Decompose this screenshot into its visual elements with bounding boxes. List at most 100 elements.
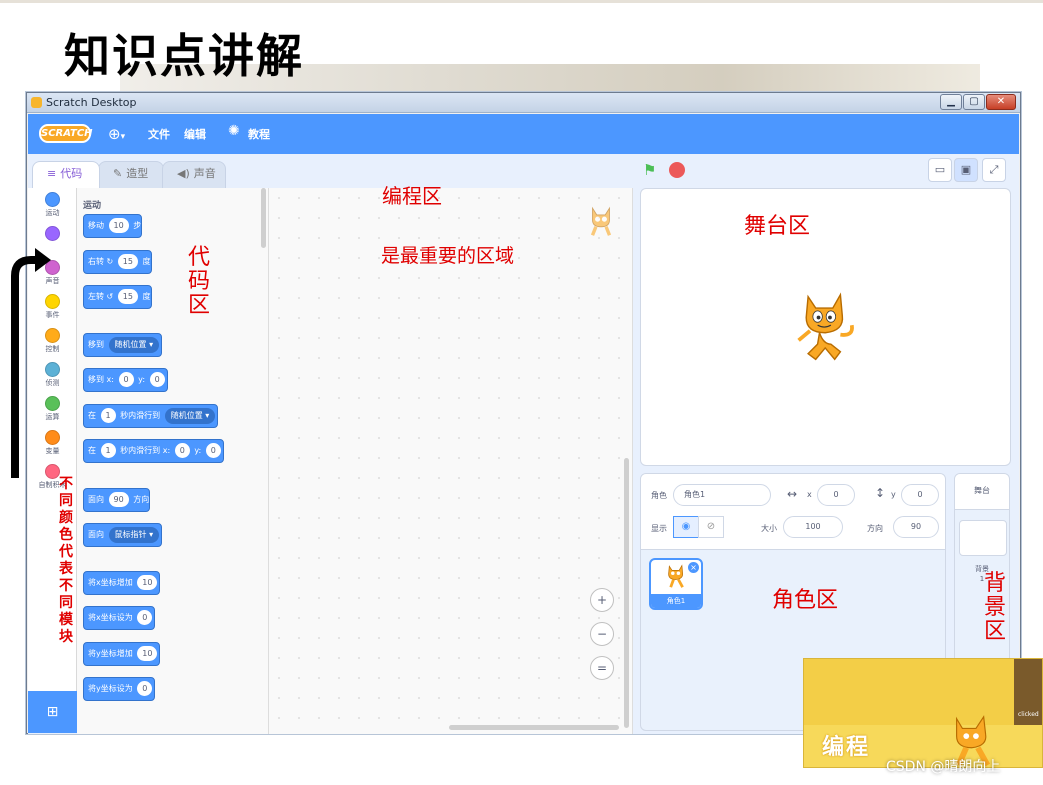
sprite-name-input[interactable]: 角色1 <box>673 484 771 506</box>
close-button[interactable]: ✕ <box>986 94 1016 110</box>
window-titlebar[interactable]: Scratch Desktop ▁ ▢ ✕ <box>27 93 1020 113</box>
block-set-y[interactable]: 将y坐标设为 0 <box>83 677 156 701</box>
scratch-logo[interactable]: SCRATCH <box>39 124 93 143</box>
small-stage-button[interactable]: ▭ <box>928 158 952 182</box>
normal-stage-button[interactable]: ▣ <box>954 158 978 182</box>
block-go-to-xy[interactable]: 移到 x: 0 y: 0 <box>83 368 168 392</box>
rotate-right-icon: ↻ <box>106 257 114 266</box>
block-input[interactable]: 1 <box>100 408 116 423</box>
corner-decoration-image: clicked 编程 <box>803 658 1043 768</box>
tab-code[interactable]: ≡ 代码 <box>32 161 100 188</box>
sprite-label: 角色 <box>651 491 667 500</box>
code-icon: ≡ <box>47 167 57 180</box>
block-input[interactable]: 10 <box>108 218 129 233</box>
sprite-tile[interactable]: × 角色1 <box>649 558 703 610</box>
app-icon <box>31 97 42 108</box>
corner-clicked-text: clicked <box>1018 711 1039 718</box>
block-turn-right[interactable]: 右转 ↻ 15 度 <box>83 250 152 274</box>
extension-icon: ⊞ <box>46 704 59 720</box>
category-dot <box>45 192 60 207</box>
tutorials-icon[interactable]: ✺ <box>228 123 240 139</box>
menu-bar: SCRATCH ⊕▾ 文件 编辑 ✺ 教程 <box>28 114 1019 154</box>
block-change-y[interactable]: 将y坐标增加 10 <box>83 642 161 666</box>
eye-off-icon: ⊘ <box>706 521 716 532</box>
block-glide-to[interactable]: 在 1 秒内滑行到 随机位置 ▾ <box>83 404 219 428</box>
palette-scrollbar[interactable] <box>261 188 266 248</box>
annotation-color-modules: 不 同 颜 色 代 表 不 同 模 块 <box>59 476 73 645</box>
csdn-watermark: CSDN @晴朗向上 <box>886 759 1001 775</box>
block-set-x[interactable]: 将x坐标设为 0 <box>83 606 156 630</box>
block-input[interactable]: 10 <box>137 575 158 590</box>
stop-icon[interactable] <box>669 162 685 178</box>
block-dropdown[interactable]: 随机位置 ▾ <box>108 336 160 353</box>
zoom-out-button[interactable]: − <box>590 622 614 646</box>
menu-file[interactable]: 文件 <box>148 126 170 142</box>
block-input[interactable]: 15 <box>117 254 138 269</box>
block-input[interactable]: 1 <box>100 443 116 458</box>
corner-word: 编程 <box>822 735 871 760</box>
stage-canvas[interactable] <box>640 188 1011 466</box>
block-move-steps[interactable]: 移动 10 步 <box>83 214 143 238</box>
green-flag-icon[interactable]: ⚑ <box>643 162 661 178</box>
globe-icon[interactable]: ⊕▾ <box>108 124 138 144</box>
menu-edit[interactable]: 编辑 <box>184 126 206 142</box>
chevron-down-icon: ▾ <box>120 132 126 142</box>
block-dropdown[interactable]: 随机位置 ▾ <box>164 407 216 424</box>
block-go-to[interactable]: 移到 随机位置 ▾ <box>83 333 163 357</box>
block-turn-left[interactable]: 左转 ↺ 15 度 <box>83 285 152 309</box>
show-hidden-button[interactable]: ⊘ <box>698 516 724 538</box>
normal-stage-icon: ▣ <box>960 163 972 176</box>
block-input[interactable]: 0 <box>118 372 134 387</box>
block-change-x[interactable]: 将x坐标增加 10 <box>83 571 161 595</box>
block-input[interactable]: 0 <box>137 681 153 696</box>
block-point-direction[interactable]: 面向 90 方向 <box>83 488 151 512</box>
block-dropdown[interactable]: 鼠标指针 ▾ <box>108 526 160 543</box>
slide: 知识点讲解 Scratch Desktop ▁ ▢ ✕ SCRATCH ⊕▾ 文… <box>0 0 1043 785</box>
small-stage-icon: ▭ <box>934 163 946 176</box>
direction-label: 方向 <box>867 524 883 533</box>
menu-tutorials[interactable]: 教程 <box>248 126 270 142</box>
minimize-button[interactable]: ▁ <box>940 94 962 110</box>
add-extension-button[interactable]: ⊞ <box>28 691 77 733</box>
block-input[interactable]: 90 <box>108 492 129 507</box>
x-input[interactable]: 0 <box>817 484 855 506</box>
editor-tabs: ≡ 代码 ✎ 造型 ◀) 声音 <box>28 154 628 188</box>
scratch-desktop-window: Scratch Desktop ▁ ▢ ✕ SCRATCH ⊕▾ 文件 编辑 ✺… <box>26 92 1021 734</box>
direction-input[interactable]: 90 <box>893 516 939 538</box>
sprite-watermark-icon <box>590 206 612 236</box>
sprite-info: 角色 角色1 ↔ x 0 ↕ y 0 显示 ◉ ⊘ 大小 100 方向 90 <box>641 474 945 550</box>
script-area[interactable]: + − = <box>269 188 633 734</box>
zoom-in-button[interactable]: + <box>590 588 614 612</box>
annotation-code-area-title: 编程区 <box>382 184 442 208</box>
tab-sounds[interactable]: ◀) 声音 <box>162 161 226 188</box>
sprite-tile-name: 角色1 <box>651 594 701 608</box>
annotation-sprite-area: 角色区 <box>772 588 839 613</box>
tab-costumes[interactable]: ✎ 造型 <box>98 161 164 188</box>
block-input[interactable]: 15 <box>117 289 138 304</box>
block-input[interactable]: 0 <box>137 610 153 625</box>
fullscreen-button[interactable]: ⤢ <box>982 158 1006 182</box>
y-input[interactable]: 0 <box>901 484 939 506</box>
stage-thumbnail[interactable] <box>959 520 1007 556</box>
block-input[interactable]: 0 <box>174 443 190 458</box>
annotation-code-area-note: 是最重要的区域 <box>381 245 515 267</box>
category-motion[interactable]: 运动 <box>28 190 77 224</box>
block-glide-to-xy[interactable]: 在 1 秒内滑行到 x: 0 y: 0 <box>83 439 224 463</box>
script-vscrollbar[interactable] <box>624 458 629 728</box>
size-input[interactable]: 100 <box>783 516 843 538</box>
block-point-towards[interactable]: 面向 鼠标指针 ▾ <box>83 523 163 547</box>
show-visible-button[interactable]: ◉ <box>673 516 699 538</box>
zoom-reset-button[interactable]: = <box>590 656 614 680</box>
block-input[interactable]: 10 <box>137 646 158 661</box>
block-input[interactable]: 0 <box>205 443 221 458</box>
x-label: x <box>807 490 812 499</box>
script-hscrollbar[interactable] <box>449 725 619 730</box>
window-title: Scratch Desktop <box>46 96 137 109</box>
block-input[interactable]: 0 <box>149 372 165 387</box>
delete-sprite-icon[interactable]: × <box>688 562 699 573</box>
rotate-left-icon: ↺ <box>106 292 114 301</box>
maximize-button[interactable]: ▢ <box>963 94 985 110</box>
cat-thumbnail-icon <box>668 564 684 588</box>
curved-arrow-icon <box>11 248 51 478</box>
cat-sprite[interactable] <box>791 285 867 371</box>
